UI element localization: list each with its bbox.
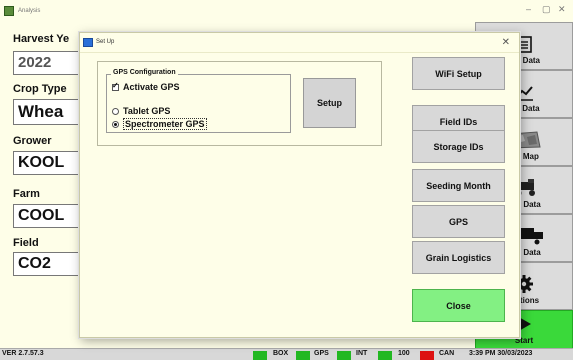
activate-gps-check-box[interactable]: [112, 81, 119, 91]
gps-button[interactable]: GPS: [412, 205, 505, 238]
datetime-text: 3:39 PM 30/03/2023: [469, 350, 533, 357]
storage-ids-button[interactable]: Storage IDs: [412, 130, 505, 163]
field-field[interactable]: CO2: [13, 252, 79, 276]
tablet-gps-radio[interactable]: Tablet GPS: [112, 106, 170, 116]
status-bar: VER 2.7.57.3 BOX GPS INT 100 CAN 3:39 PM…: [0, 348, 573, 360]
farm-field[interactable]: COOL: [13, 204, 79, 228]
tablet-gps-radio-dot[interactable]: [112, 107, 119, 115]
version-text: VER 2.7.57.3: [2, 350, 44, 357]
seeding-month-button[interactable]: Seeding Month: [412, 169, 505, 202]
box-indicator: [253, 351, 267, 360]
activate-gps-label: Activate GPS: [123, 82, 180, 92]
gps-indicator: [296, 351, 310, 360]
signal-indicator-label: 100: [398, 350, 410, 357]
window-title: Analysis: [18, 8, 41, 14]
spectrometer-gps-label: Spectrometer GPS: [123, 118, 207, 130]
field-label: Field: [13, 237, 39, 249]
dialog-icon: [83, 38, 93, 47]
dialog-close-icon[interactable]: ✕: [502, 37, 510, 48]
farm-label: Farm: [13, 188, 40, 200]
dialog-titlebar: Set Up ✕: [80, 33, 519, 53]
app-icon: [4, 6, 14, 16]
int-indicator-label: INT: [356, 350, 368, 357]
int-indicator: [337, 351, 351, 360]
can-indicator: [420, 351, 434, 360]
crop-type-field[interactable]: Whea: [13, 99, 79, 125]
harvest-year-label: Harvest Ye: [13, 33, 70, 45]
grain-logistics-button[interactable]: Grain Logistics: [412, 241, 505, 274]
wifi-setup-button[interactable]: WiFi Setup: [412, 57, 505, 90]
crop-type-label: Crop Type: [13, 83, 67, 95]
window-titlebar: Analysis – ▢ ✕: [0, 0, 573, 22]
spectrometer-gps-radio[interactable]: Spectrometer GPS: [112, 118, 207, 130]
minimize-button[interactable]: –: [526, 4, 531, 14]
dialog-title: Set Up: [96, 39, 115, 45]
can-indicator-label: CAN: [439, 350, 455, 357]
grower-label: Grower: [13, 135, 52, 147]
activate-gps-checkbox[interactable]: Activate GPS: [112, 81, 180, 92]
gps-configuration-group: GPS Configuration Activate GPS Tablet GP…: [106, 69, 291, 133]
gps-configuration-title: GPS Configuration: [111, 69, 178, 76]
signal-indicator: [378, 351, 392, 360]
setup-dialog: Set Up ✕ GPS Configuration Activate GPS …: [79, 32, 520, 338]
close-button[interactable]: Close: [412, 289, 505, 322]
spectrometer-gps-radio-dot[interactable]: [112, 120, 119, 128]
gps-setup-button[interactable]: Setup: [303, 78, 356, 128]
harvest-year-field[interactable]: 2022: [13, 51, 79, 75]
box-indicator-label: BOX: [273, 350, 289, 357]
gps-indicator-label: GPS: [314, 350, 329, 357]
close-window-button[interactable]: ✕: [558, 4, 566, 15]
restore-button[interactable]: ▢: [542, 4, 551, 15]
grower-field[interactable]: KOOL: [13, 151, 79, 175]
tablet-gps-label: Tablet GPS: [123, 106, 171, 116]
